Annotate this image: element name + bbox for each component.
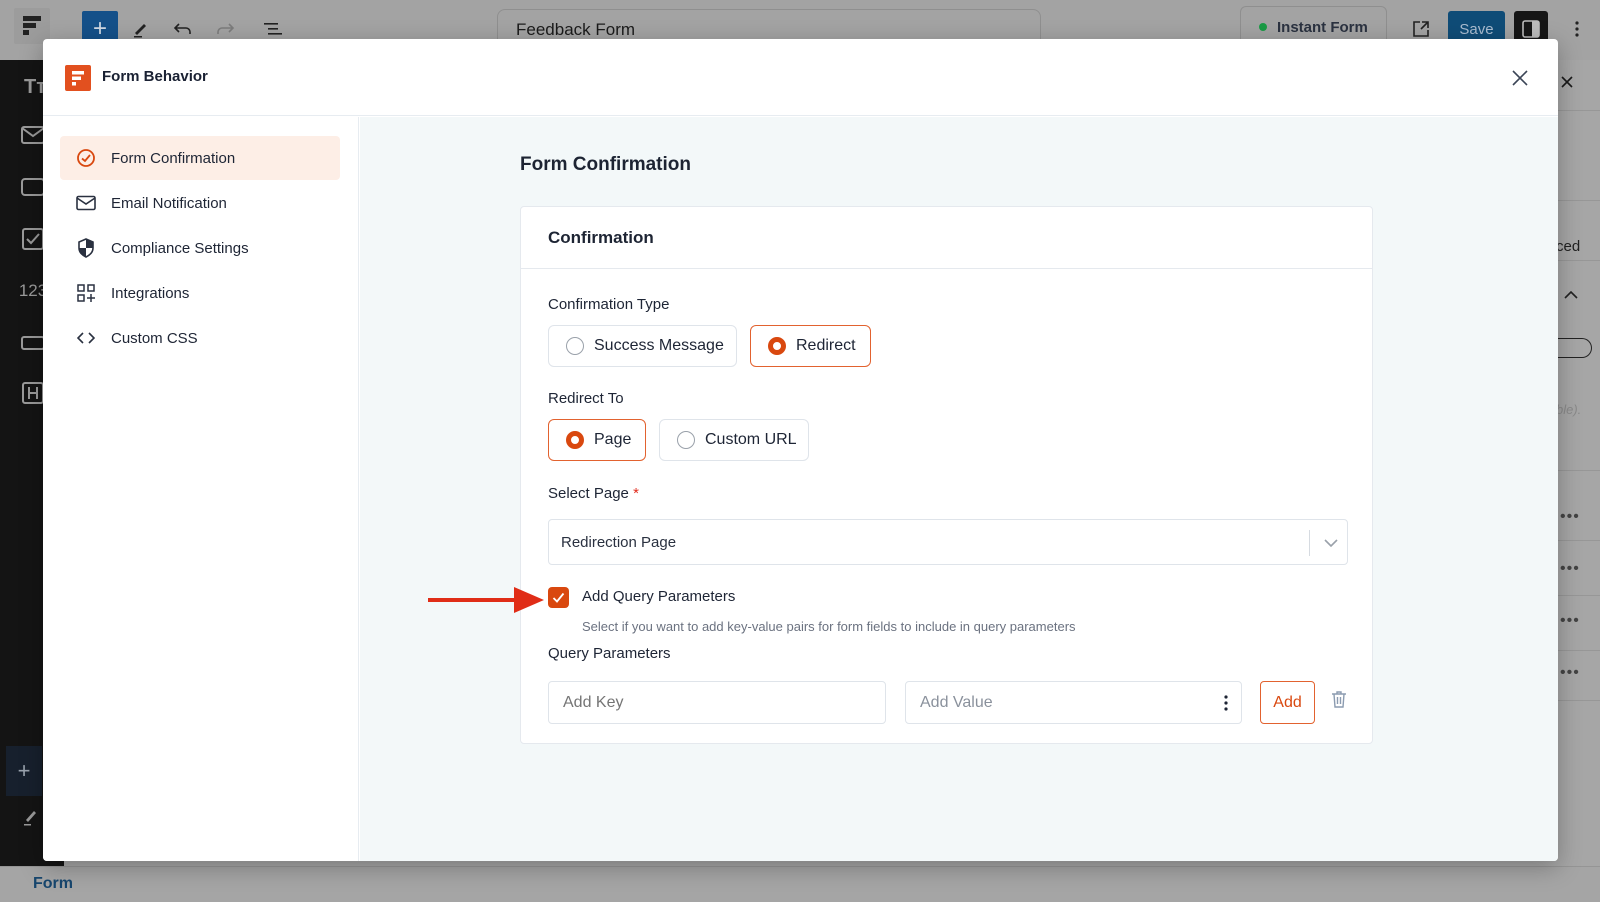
modal-sidebar: Form Confirmation Email Notification Com… <box>43 117 359 861</box>
mail-icon <box>76 193 96 213</box>
row-options-icon[interactable]: ••• <box>1560 508 1580 526</box>
nav-label: Form Confirmation <box>111 149 236 167</box>
select-page-label-text: Select Page <box>548 485 629 502</box>
check-circle-icon <box>76 148 96 168</box>
panel-close-icon[interactable] <box>1560 75 1574 94</box>
trash-icon[interactable] <box>1331 690 1349 710</box>
settings-panel: ced ble). ••• ••• ••• ••• <box>1556 60 1600 866</box>
instant-form-label: Instant Form <box>1277 18 1368 36</box>
close-icon[interactable] <box>1506 64 1534 92</box>
select-page-value: Redirection Page <box>561 534 677 551</box>
panel-text-fragment: ble). <box>1556 402 1582 417</box>
radio-checked-icon <box>566 431 584 449</box>
brand-logo-icon <box>65 65 91 91</box>
modal-header: Form Behavior <box>43 39 1558 116</box>
nav-item-email-notification[interactable]: Email Notification <box>60 181 340 225</box>
nav-label: Compliance Settings <box>111 239 249 257</box>
radio-unchecked-icon <box>566 337 584 355</box>
nav-label: Email Notification <box>111 194 227 212</box>
add-query-parameters-checkbox[interactable] <box>548 587 569 608</box>
modal-title: Form Behavior <box>102 68 208 85</box>
form-behavior-modal: Form Behavior Form Confirmation Email No… <box>43 39 1558 861</box>
nav-label: Custom CSS <box>111 329 198 347</box>
required-mark: * <box>633 485 639 502</box>
code-icon <box>76 328 96 348</box>
breadcrumb-bar: Form <box>0 866 1600 902</box>
select-separator <box>1309 530 1310 556</box>
shield-icon <box>76 238 96 258</box>
chevron-down-icon[interactable] <box>1319 532 1343 554</box>
page-title: Form Confirmation <box>520 154 691 175</box>
confirmation-card: Confirmation Confirmation Type Success M… <box>520 206 1373 744</box>
radio-custom-url[interactable]: Custom URL <box>659 419 809 461</box>
radio-label: Redirect <box>796 337 856 354</box>
row-options-icon[interactable]: ••• <box>1560 612 1580 630</box>
add-query-parameters-label: Add Query Parameters <box>582 588 736 605</box>
query-key-input[interactable] <box>548 681 886 724</box>
radio-label: Page <box>594 431 632 448</box>
nav-item-custom-css[interactable]: Custom CSS <box>60 316 340 360</box>
query-value-placeholder: Add Value <box>920 694 993 711</box>
radio-page[interactable]: Page <box>548 419 646 461</box>
query-parameters-label: Query Parameters <box>548 645 671 662</box>
add-query-parameters-help: Select if you want to add key-value pair… <box>582 619 1076 634</box>
radio-label: Success Message <box>594 337 724 354</box>
breadcrumb-form[interactable]: Form <box>33 875 73 893</box>
insert-field-kebab-icon[interactable] <box>1224 694 1228 712</box>
radio-unchecked-icon <box>677 431 695 449</box>
select-page-dropdown[interactable]: Redirection Page <box>548 519 1348 565</box>
row-options-icon[interactable]: ••• <box>1560 560 1580 578</box>
radio-label: Custom URL <box>705 431 797 448</box>
card-title: Confirmation <box>521 207 1372 269</box>
panel-text-fragment: ced <box>1556 238 1581 255</box>
add-query-param-button[interactable]: Add <box>1260 681 1315 724</box>
toggle-switch[interactable] <box>1556 338 1592 358</box>
rail-add-button[interactable]: + <box>6 746 42 796</box>
nav-item-compliance-settings[interactable]: Compliance Settings <box>60 226 340 270</box>
grid-plus-icon <box>76 283 96 303</box>
nav-item-integrations[interactable]: Integrations <box>60 271 340 315</box>
status-dot <box>1259 23 1267 31</box>
annotation-arrow-icon <box>428 587 544 613</box>
more-options-icon[interactable] <box>1562 12 1592 46</box>
chevron-up-icon[interactable] <box>1564 286 1578 304</box>
select-page-label: Select Page * <box>548 485 639 502</box>
radio-success-message[interactable]: Success Message <box>548 325 737 367</box>
checkmark-icon <box>552 592 565 603</box>
nav-item-form-confirmation[interactable]: Form Confirmation <box>60 136 340 180</box>
row-options-icon[interactable]: ••• <box>1560 664 1580 682</box>
modal-content: Form Confirmation Confirmation Confirmat… <box>360 117 1558 861</box>
radio-redirect[interactable]: Redirect <box>750 325 871 367</box>
confirmation-type-label: Confirmation Type <box>548 296 670 313</box>
query-value-input[interactable]: Add Value <box>905 681 1242 724</box>
nav-label: Integrations <box>111 284 190 302</box>
radio-checked-icon <box>768 337 786 355</box>
redirect-to-label: Redirect To <box>548 390 624 407</box>
